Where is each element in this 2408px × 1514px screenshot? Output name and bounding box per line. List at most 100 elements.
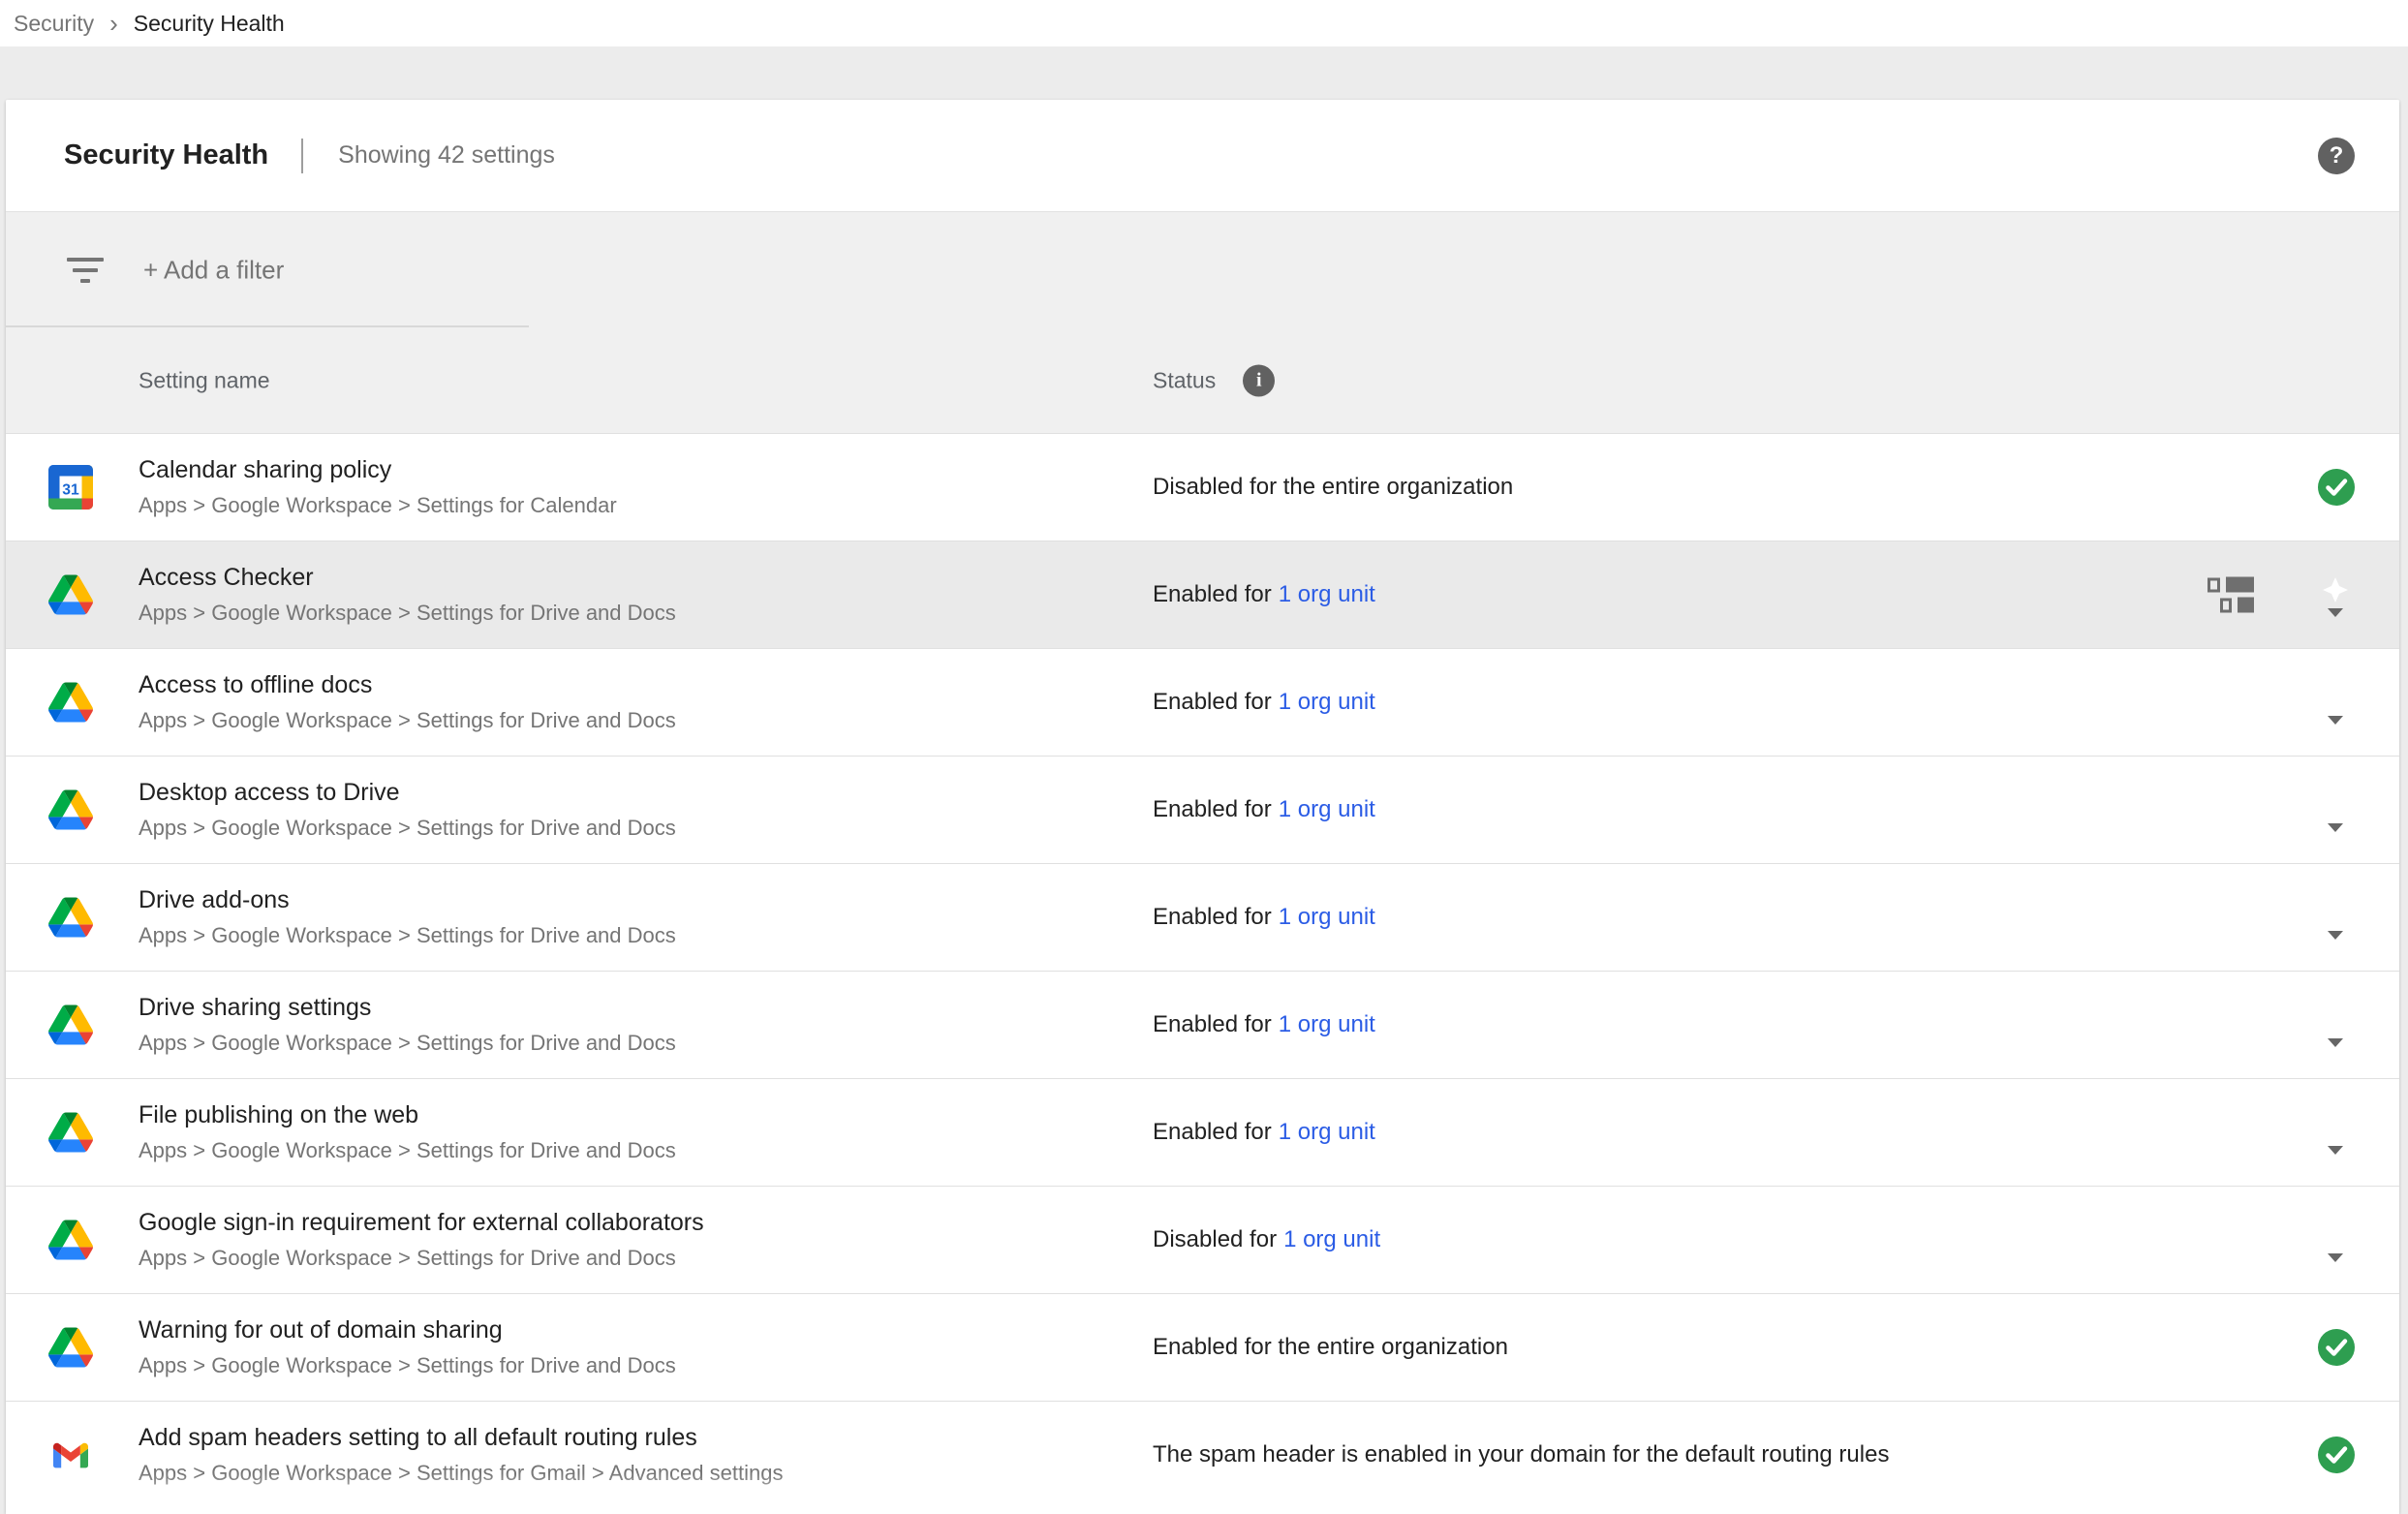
setting-status: Enabled for 1 org unit (1153, 581, 1375, 608)
setting-text: Desktop access to Drive Apps > Google Wo… (139, 779, 676, 841)
drive-app-icon (48, 1218, 93, 1262)
setting-title: Calendar sharing policy (139, 456, 617, 484)
status-text: Enabled for (1153, 1011, 1272, 1037)
recommendation-icon[interactable] (2316, 1108, 2355, 1155)
table-row[interactable]: Desktop access to Drive Apps > Google Wo… (6, 756, 2399, 863)
status-ok-icon (2318, 1329, 2355, 1366)
status-text: Enabled for (1153, 581, 1272, 607)
filter-and-columns-section: + Add a filter Setting name Status i (6, 211, 2399, 433)
setting-status: Enabled for1 org unit (1153, 796, 1375, 823)
status-text: Enabled for (1153, 904, 1272, 930)
breadcrumb-security-link[interactable]: Security (14, 11, 94, 37)
setting-title: Access to offline docs (139, 671, 676, 699)
security-health-card: Security Health Showing 42 settings ? + … (6, 100, 2399, 1514)
title-divider (301, 139, 303, 173)
table-row[interactable]: Drive sharing settings Apps > Google Wor… (6, 971, 2399, 1078)
recommendation-icon[interactable] (2316, 1216, 2355, 1262)
setting-title: Drive add-ons (139, 886, 676, 914)
status-ok-icon (2318, 1437, 2355, 1473)
setting-text: Google sign-in requirement for external … (139, 1209, 704, 1271)
drive-app-icon (48, 1003, 93, 1047)
org-unit-link[interactable]: 1 org unit (1283, 1226, 1380, 1252)
org-unit-link[interactable]: 1 org unit (1279, 904, 1375, 930)
info-icon[interactable]: i (1243, 364, 1275, 396)
table-row[interactable]: Add spam headers setting to all default … (6, 1401, 2399, 1508)
setting-status: Enabled for the entire organization (1153, 1334, 1508, 1361)
recommendation-icon[interactable] (2316, 786, 2355, 832)
setting-text: Access to offline docs Apps > Google Wor… (139, 671, 676, 733)
gmail-app-icon (48, 1433, 93, 1477)
recommendation-icon[interactable] (2316, 1001, 2355, 1047)
table-row[interactable]: Google sign-in requirement for external … (6, 1186, 2399, 1293)
filter-list-icon (67, 258, 104, 283)
setting-path: Apps > Google Workspace > Settings for D… (139, 1031, 676, 1056)
org-unit-link[interactable]: 1 org unit (1279, 581, 1375, 607)
setting-title: Desktop access to Drive (139, 779, 676, 807)
table-body: 31 Calendar sharing policy Apps > Google… (6, 433, 2399, 1508)
setting-status: Enabled for1 org unit (1153, 1119, 1375, 1146)
filter-bar: + Add a filter (6, 212, 2399, 327)
setting-status: Enabled for 1 org unit (1153, 904, 1375, 931)
table-row[interactable]: 31 Calendar sharing policy Apps > Google… (6, 433, 2399, 541)
setting-text: Add spam headers setting to all default … (139, 1424, 783, 1486)
drive-app-icon (48, 680, 93, 725)
setting-path: Apps > Google Workspace > Settings for G… (139, 1461, 783, 1486)
setting-path: Apps > Google Workspace > Settings for D… (139, 601, 676, 626)
setting-status: The spam header is enabled in your domai… (1153, 1441, 1889, 1468)
table-row[interactable]: Drive add-ons Apps > Google Workspace > … (6, 863, 2399, 971)
card-header: Security Health Showing 42 settings ? (6, 100, 2399, 211)
setting-text: Drive add-ons Apps > Google Workspace > … (139, 886, 676, 948)
setting-path: Apps > Google Workspace > Settings for D… (139, 1246, 704, 1271)
page-title: Security Health (64, 139, 268, 171)
recommendation-icon[interactable] (2316, 893, 2355, 940)
org-unit-link[interactable]: 1 org unit (1279, 1119, 1375, 1145)
setting-text: Warning for out of domain sharing Apps >… (139, 1316, 676, 1378)
setting-title: Access Checker (139, 564, 676, 592)
breadcrumb-current: Security Health (134, 11, 285, 37)
table-row[interactable]: File publishing on the web Apps > Google… (6, 1078, 2399, 1186)
table-header-row: Setting name Status i (6, 327, 2399, 433)
setting-title: Google sign-in requirement for external … (139, 1209, 704, 1237)
recommendation-icon[interactable] (2316, 678, 2355, 725)
drive-app-icon (48, 895, 93, 940)
table-row[interactable]: Access Checker Apps > Google Workspace >… (6, 541, 2399, 648)
add-filter-button[interactable]: + Add a filter (143, 255, 284, 285)
setting-path: Apps > Google Workspace > Settings for D… (139, 816, 676, 841)
setting-status: Enabled for 1 org unit (1153, 1011, 1375, 1038)
settings-count: Showing 42 settings (338, 141, 555, 170)
setting-status: Disabled for1 org unit (1153, 1226, 1380, 1253)
status-ok-icon (2318, 469, 2355, 506)
column-header-status: Status (1153, 367, 1216, 393)
org-unit-link[interactable]: 1 org unit (1279, 689, 1375, 715)
setting-title: Drive sharing settings (139, 994, 676, 1022)
org-unit-link[interactable]: 1 org unit (1279, 1011, 1375, 1037)
recommendation-icon[interactable] (2316, 571, 2355, 617)
org-units-icon (2207, 577, 2254, 613)
setting-path: Apps > Google Workspace > Settings for D… (139, 923, 676, 948)
setting-title: Add spam headers setting to all default … (139, 1424, 783, 1452)
column-header-setting-name: Setting name (139, 367, 270, 393)
svg-text:31: 31 (62, 481, 79, 498)
drive-app-icon (48, 788, 93, 832)
status-text: Enabled for the entire organization (1153, 1334, 1508, 1360)
help-icon[interactable]: ? (2318, 138, 2355, 174)
setting-path: Apps > Google Workspace > Settings for D… (139, 1138, 676, 1163)
setting-text: Drive sharing settings Apps > Google Wor… (139, 994, 676, 1056)
chevron-right-icon: › (109, 11, 118, 36)
status-text: Enabled for (1153, 689, 1272, 715)
status-text: Disabled for the entire organization (1153, 474, 1513, 500)
status-text: Disabled for (1153, 1226, 1277, 1252)
drive-app-icon (48, 1325, 93, 1370)
setting-text: File publishing on the web Apps > Google… (139, 1101, 676, 1163)
setting-title: File publishing on the web (139, 1101, 676, 1129)
setting-title: Warning for out of domain sharing (139, 1316, 676, 1344)
drive-app-icon (48, 572, 93, 617)
table-row[interactable]: Warning for out of domain sharing Apps >… (6, 1293, 2399, 1401)
setting-path: Apps > Google Workspace > Settings for C… (139, 493, 617, 518)
setting-status: Enabled for 1 org unit (1153, 689, 1375, 716)
org-unit-link[interactable]: 1 org unit (1279, 796, 1375, 822)
table-row[interactable]: Access to offline docs Apps > Google Wor… (6, 648, 2399, 756)
calendar-app-icon: 31 (48, 465, 93, 510)
setting-path: Apps > Google Workspace > Settings for D… (139, 1353, 676, 1378)
setting-text: Access Checker Apps > Google Workspace >… (139, 564, 676, 626)
